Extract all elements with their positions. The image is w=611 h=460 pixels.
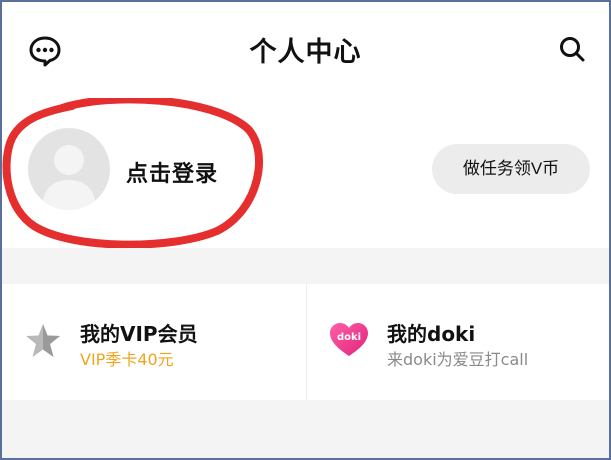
task-vcoin-button[interactable]: 做任务领V币 xyxy=(432,144,590,194)
page-title: 个人中心 xyxy=(249,37,362,68)
feature-cards: 我的VIP会员 VIP季卡40元 doki 我的doki 来doki为爱豆打ca… xyxy=(2,284,609,400)
app-frame: 个人中心 点击登录 做任务领V币 我的VIP会员 VIP季卡40元 doki 我… xyxy=(0,0,611,460)
section-gap-bottom xyxy=(2,400,609,458)
doki-card-subtitle: 来doki为爱豆打call xyxy=(387,350,529,369)
search-icon[interactable] xyxy=(558,35,586,63)
star-icon xyxy=(26,324,60,357)
header: 个人中心 xyxy=(2,2,609,98)
login-link[interactable]: 点击登录 xyxy=(126,156,218,188)
doki-card[interactable]: doki 我的doki 来doki为爱豆打call xyxy=(307,284,609,400)
section-gap xyxy=(2,248,609,284)
doki-heart-icon: doki xyxy=(330,323,368,356)
avatar[interactable] xyxy=(28,128,110,210)
default-avatar-icon xyxy=(42,145,96,210)
vip-card[interactable]: 我的VIP会员 VIP季卡40元 xyxy=(2,284,306,400)
doki-card-title: 我的doki xyxy=(387,322,476,346)
profile-section: 点击登录 做任务领V币 xyxy=(2,98,609,248)
vip-card-subtitle: VIP季卡40元 xyxy=(80,350,174,369)
doki-icon-label: doki xyxy=(337,332,361,343)
vip-card-title: 我的VIP会员 xyxy=(80,322,198,346)
